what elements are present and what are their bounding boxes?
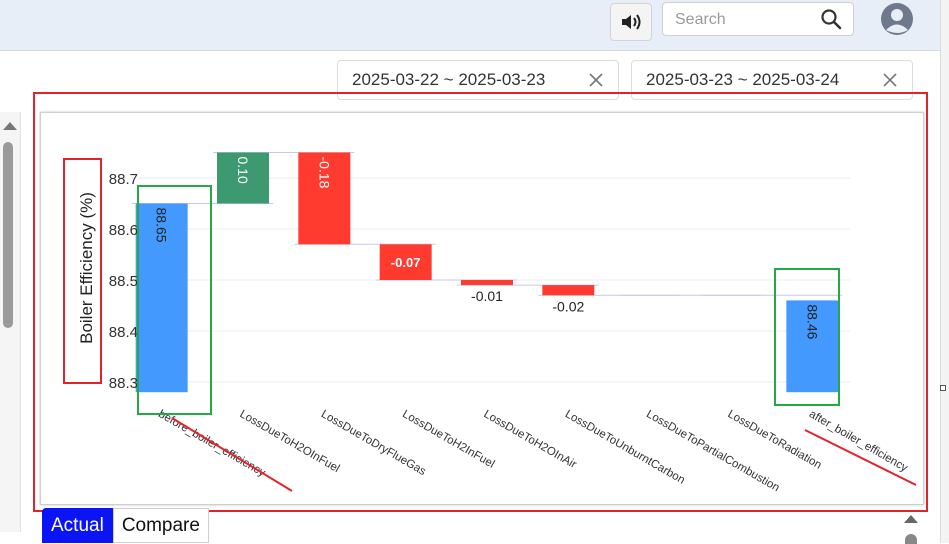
view-tabs: Actual Compare (42, 508, 209, 543)
tab-actual[interactable]: Actual (42, 508, 113, 543)
scroll-up-arrow-icon[interactable] (904, 515, 918, 523)
tab-compare[interactable]: Compare (112, 508, 209, 543)
resize-handle[interactable] (940, 385, 946, 391)
annotation-box-red-chart (33, 92, 928, 512)
